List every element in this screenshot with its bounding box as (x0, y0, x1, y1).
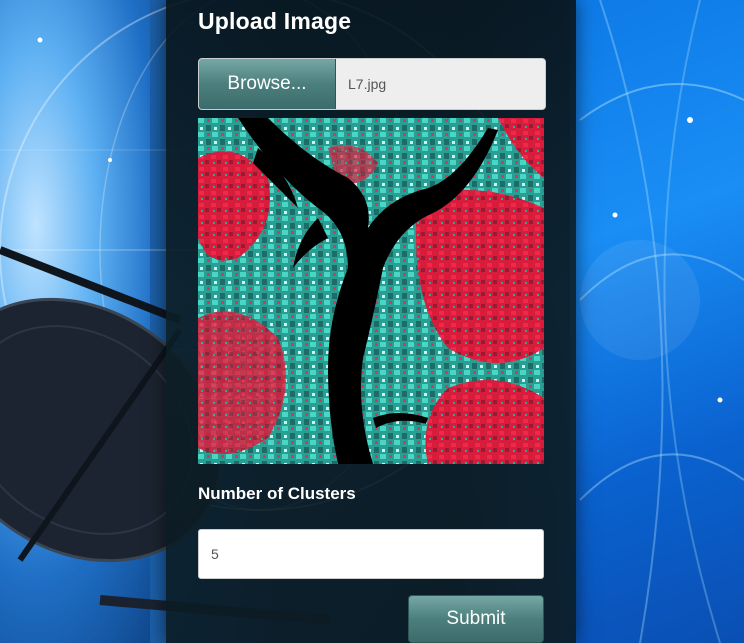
image-preview (198, 118, 544, 464)
file-picker[interactable]: Browse... L7.jpg (198, 58, 546, 110)
clusters-label: Number of Clusters (198, 484, 356, 503)
selected-file-name: L7.jpg (336, 59, 545, 109)
upload-title: Upload Image (198, 8, 352, 34)
clusters-input[interactable] (198, 529, 544, 579)
submit-button[interactable]: Submit (408, 595, 544, 643)
browse-button[interactable]: Browse... (199, 59, 336, 109)
